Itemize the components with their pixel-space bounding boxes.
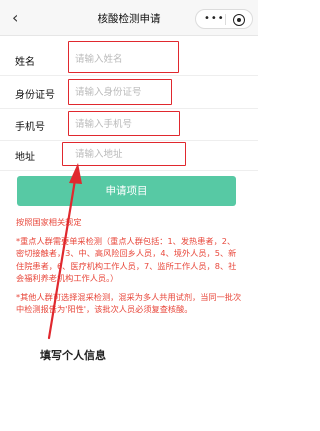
name-row: 姓名	[0, 43, 258, 76]
annotation-label: 填写个人信息	[40, 349, 106, 362]
notice-item-key-groups: *重点人群需要单采检测（重点人群包括：1、发热患者，2、密切接触者，3、中、高风…	[16, 235, 237, 284]
phone-row: 手机号	[0, 108, 258, 141]
navbar: ‹ 核酸检测申请 •••	[0, 0, 258, 36]
submit-button[interactable]: 申请项目	[17, 176, 236, 206]
phone-label: 手机号	[15, 122, 45, 133]
notice-text: 按照国家相关规定 *重点人群需要单采检测（重点人群包括：1、发热患者，2、密切接…	[16, 216, 242, 322]
name-input[interactable]	[75, 51, 245, 67]
address-input[interactable]	[75, 146, 245, 162]
id-number-input[interactable]	[75, 84, 245, 100]
name-label: 姓名	[15, 57, 35, 68]
phone-input[interactable]	[75, 116, 245, 132]
id-number-label: 身份证号	[15, 90, 55, 101]
id-number-row: 身份证号	[0, 76, 258, 109]
close-icon[interactable]	[233, 14, 245, 26]
address-row: 地址	[0, 138, 258, 171]
mini-program-capsule: •••	[195, 9, 253, 29]
more-icon[interactable]: •••	[204, 13, 225, 25]
notice-item-other-groups: *其他人群可选择混采检测，混采为多人共用试剂，当同一批次中检测报告为'阳性'，该…	[16, 291, 242, 315]
notice-heading: 按照国家相关规定	[16, 217, 82, 227]
address-label: 地址	[15, 152, 35, 163]
capsule-divider	[225, 14, 226, 25]
